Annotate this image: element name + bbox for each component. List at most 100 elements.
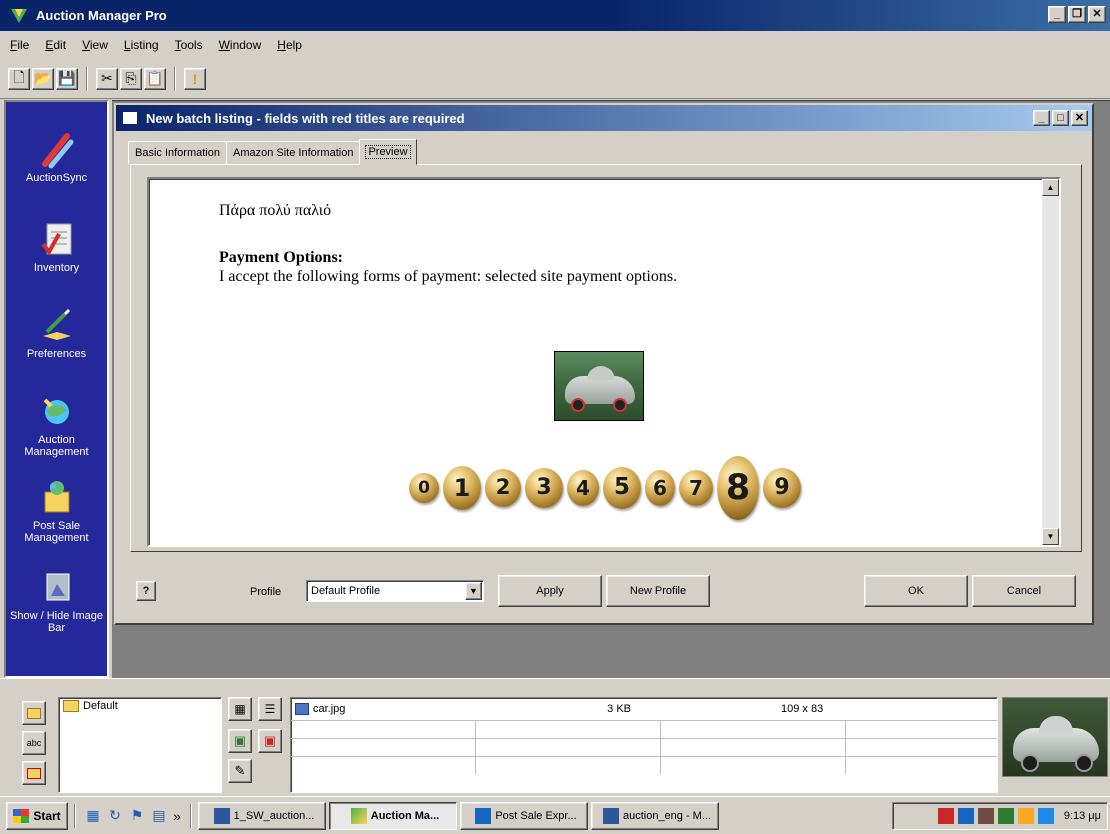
cut-icon[interactable]: ✂: [96, 67, 118, 90]
counter-digit: 8: [717, 456, 759, 520]
scroll-down-button[interactable]: ▼: [1042, 528, 1059, 545]
tab-strip: Basic Information Amazon Site Informatio…: [128, 139, 417, 165]
counter-digit: 3: [525, 468, 563, 508]
menu-window[interactable]: Window: [217, 36, 264, 54]
quicklaunch-app-icon[interactable]: ▦: [82, 805, 104, 827]
taskbar-separator: [190, 803, 192, 828]
menu-edit[interactable]: Edit: [43, 36, 68, 54]
start-button[interactable]: Start: [6, 801, 68, 830]
menu-tools[interactable]: Tools: [173, 36, 205, 54]
car-wheel: [1021, 754, 1039, 772]
new-folder-icon[interactable]: [22, 701, 46, 725]
menu-file[interactable]: File: [8, 36, 31, 54]
preview-pane[interactable]: Πάρα πολύ παλιό Payment Options: I accep…: [147, 177, 1061, 547]
ok-button[interactable]: OK: [864, 575, 968, 607]
tab-basic-information[interactable]: Basic Information: [128, 141, 227, 165]
clock: 9:13 μμ: [1063, 810, 1101, 822]
tray-volume-icon[interactable]: [1017, 808, 1034, 824]
details-view-icon[interactable]: ☰: [258, 697, 282, 721]
tab-amazon-site-information[interactable]: Amazon Site Information: [225, 141, 361, 165]
new-profile-button[interactable]: New Profile: [606, 575, 710, 607]
open-folder-icon[interactable]: 📂: [32, 67, 54, 90]
dialog-minimize-button[interactable]: _: [1033, 110, 1050, 126]
dialog-maximize-button[interactable]: □: [1052, 110, 1069, 126]
post-sale-icon: [37, 478, 77, 518]
counter-digit: 5: [603, 467, 641, 509]
sidebar-item-label: Post Sale Management: [24, 520, 89, 544]
info-icon[interactable]: !: [184, 67, 206, 90]
dialog-close-button[interactable]: ✕: [1071, 110, 1088, 126]
sidebar: AuctionSync Inventory Preferences Auctio…: [4, 100, 109, 678]
counter-digit: 0: [409, 473, 439, 503]
edit-image-icon[interactable]: ✎: [228, 759, 252, 783]
chevron-down-icon[interactable]: ▼: [465, 582, 482, 600]
paste-icon[interactable]: 📋: [144, 67, 166, 90]
copy-icon[interactable]: ⎘: [120, 67, 142, 90]
toolbar-separator: [86, 66, 88, 91]
restore-button[interactable]: ❐: [1068, 6, 1086, 23]
car-wheel: [613, 398, 627, 412]
sidebar-item-inventory[interactable]: Inventory: [6, 220, 107, 274]
tray-language-icon[interactable]: [937, 808, 954, 824]
sidebar-item-preferences[interactable]: Preferences: [6, 306, 107, 360]
new-document-icon[interactable]: 🗋: [8, 67, 30, 90]
sidebar-item-auction-management[interactable]: Auction Management: [6, 392, 107, 458]
dialog-titlebar[interactable]: New batch listing - fields with red titl…: [116, 105, 1092, 131]
menu-listing[interactable]: Listing: [122, 36, 161, 54]
add-image-icon[interactable]: ▣: [228, 729, 252, 753]
quicklaunch-app-icon[interactable]: ↻: [104, 805, 126, 827]
preferences-icon: [37, 306, 77, 346]
task-button-auction-manager[interactable]: Auction Ma...: [329, 801, 457, 830]
scroll-up-button[interactable]: ▲: [1042, 179, 1059, 196]
car-wheel: [571, 398, 585, 412]
dialog-document-icon: [122, 111, 138, 125]
task-button-post-sale[interactable]: Post Sale Expr...: [460, 801, 588, 830]
tray-app-icon[interactable]: [977, 808, 994, 824]
word-icon: [602, 807, 619, 824]
folder-tree[interactable]: Default: [58, 697, 222, 793]
auctionsync-icon: [37, 130, 77, 170]
payment-heading: Payment Options:: [219, 249, 343, 267]
image-bar-icon: [37, 568, 77, 608]
taskbar-separator: [74, 803, 76, 828]
profile-select[interactable]: Default Profile ▼: [306, 580, 484, 602]
menu-help[interactable]: Help: [275, 36, 304, 54]
remove-image-icon[interactable]: ▣: [258, 729, 282, 753]
image-bar: abc Default ▦ ☰ ▣ ▣ ✎ car.jpg 3 KB 109 x…: [0, 678, 1110, 796]
tray-network-icon[interactable]: [957, 808, 974, 824]
sidebar-item-label: Preferences: [26, 348, 87, 360]
sidebar-item-auctionsync[interactable]: AuctionSync: [6, 130, 107, 184]
rename-icon[interactable]: abc: [22, 731, 46, 755]
task-button-word[interactable]: 1_SW_auction...: [198, 801, 326, 830]
tab-preview[interactable]: Preview: [359, 139, 417, 165]
file-list[interactable]: car.jpg 3 KB 109 x 83: [290, 697, 998, 793]
cancel-button[interactable]: Cancel: [972, 575, 1076, 607]
app-titlebar[interactable]: Auction Manager Pro _ ❐ ✕: [0, 0, 1110, 31]
menu-view[interactable]: View: [80, 36, 110, 54]
large-icons-view-icon[interactable]: ▦: [228, 697, 252, 721]
sidebar-item-image-bar[interactable]: Show / Hide Image Bar: [6, 568, 107, 634]
preview-scrollbar[interactable]: ▲ ▼: [1042, 179, 1059, 545]
tray-display-icon[interactable]: [1037, 808, 1054, 824]
tab-panel: Πάρα πολύ παλιό Payment Options: I accep…: [130, 164, 1082, 552]
apply-button[interactable]: Apply: [498, 575, 602, 607]
windows-logo-icon: [13, 808, 30, 823]
counter-digit: 9: [763, 468, 801, 508]
folder-item[interactable]: Default: [59, 698, 221, 714]
delete-folder-icon[interactable]: [22, 761, 46, 785]
sidebar-item-post-sale[interactable]: Post Sale Management: [6, 478, 107, 544]
table-row[interactable]: car.jpg 3 KB 109 x 83: [291, 698, 997, 720]
help-button[interactable]: ?: [136, 581, 156, 601]
chevron-right-icon[interactable]: »: [170, 805, 184, 827]
selected-image-preview: [1002, 697, 1108, 777]
sidebar-item-label: Show / Hide Image Bar: [10, 610, 103, 634]
task-button-auction-eng[interactable]: auction_eng - M...: [591, 801, 719, 830]
new-batch-listing-dialog: New batch listing - fields with red titl…: [114, 103, 1094, 625]
tray-app-icon[interactable]: [997, 808, 1014, 824]
quicklaunch-app-icon[interactable]: ▤: [148, 805, 170, 827]
save-icon[interactable]: 💾: [56, 67, 78, 90]
close-button[interactable]: ✕: [1088, 6, 1106, 23]
minimize-button[interactable]: _: [1048, 6, 1066, 23]
quicklaunch-app-icon[interactable]: ⚑: [126, 805, 148, 827]
table-row: [291, 720, 997, 738]
